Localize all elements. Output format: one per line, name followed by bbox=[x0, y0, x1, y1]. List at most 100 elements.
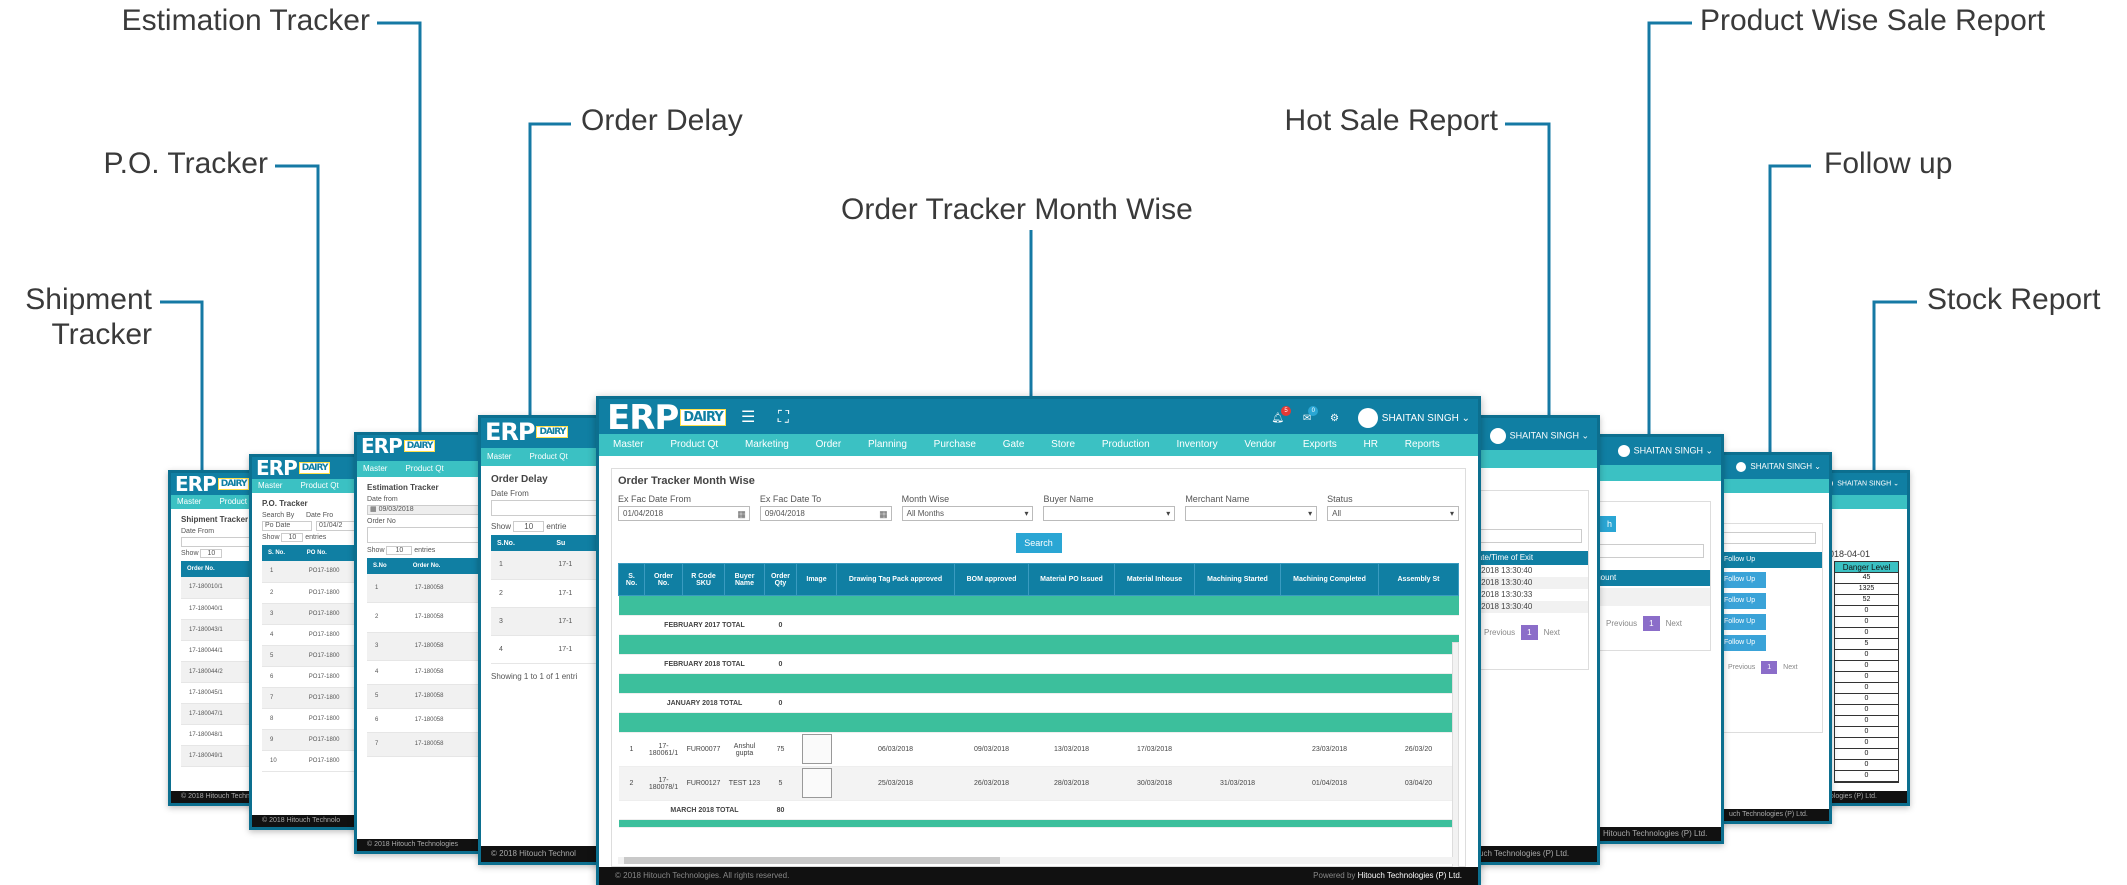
ex-fac-date-from-input[interactable]: 01/04/2018 ▦ bbox=[618, 506, 750, 521]
menu-item[interactable]: Product Qt bbox=[529, 452, 567, 461]
prev-button[interactable]: Previous bbox=[1484, 628, 1515, 637]
page-1[interactable]: 1 bbox=[1521, 625, 1538, 640]
show-select[interactable]: 10 bbox=[200, 549, 223, 558]
page-1[interactable]: 1 bbox=[1643, 616, 1660, 631]
next-button[interactable]: Next bbox=[1544, 628, 1560, 637]
follow-up-button[interactable]: Follow Up bbox=[1720, 572, 1766, 588]
menu-item[interactable]: Master bbox=[363, 464, 387, 473]
menu-item-reports[interactable]: Reports bbox=[1405, 439, 1440, 450]
col-material-inhouse[interactable]: Material Inhouse bbox=[1114, 563, 1195, 596]
vertical-scrollbar[interactable] bbox=[1452, 642, 1459, 885]
month-wise-select[interactable]: All Months ▾ bbox=[901, 506, 1034, 521]
follow-up-button[interactable]: Follow Up bbox=[1720, 614, 1766, 630]
scrollbar-thumb[interactable] bbox=[624, 857, 1000, 864]
buyer-name-select[interactable]: ▾ bbox=[1043, 506, 1176, 521]
menu-item-purchase[interactable]: Purchase bbox=[934, 439, 976, 450]
horizontal-scrollbar[interactable] bbox=[618, 857, 1453, 864]
line-product-wise bbox=[1647, 21, 1692, 434]
menu-item[interactable]: Master bbox=[487, 452, 511, 461]
table-row[interactable]: 1 17-180061/1 FUR00077 Anshul gupta 75 0… bbox=[618, 732, 1459, 767]
menu-item-planning[interactable]: Planning bbox=[868, 439, 907, 450]
menu-item-inventory[interactable]: Inventory bbox=[1176, 439, 1217, 450]
col-machining-completed[interactable]: Machining Completed bbox=[1280, 563, 1379, 596]
menu-item-vendor[interactable]: Vendor bbox=[1244, 439, 1276, 450]
product-image[interactable] bbox=[801, 733, 832, 764]
mail-icon[interactable]: ✉ 0 bbox=[1303, 405, 1319, 424]
col-amount[interactable]: mount bbox=[1594, 570, 1710, 586]
order-no-input[interactable] bbox=[367, 527, 481, 543]
date-from-input[interactable] bbox=[491, 500, 605, 516]
menu-item-marketing[interactable]: Marketing bbox=[745, 439, 789, 450]
date-from-input[interactable]: ▦ 09/03/2018 bbox=[367, 505, 481, 515]
col-follow-up[interactable]: Follow Up bbox=[1720, 552, 1822, 568]
col-order-no[interactable]: Order No. bbox=[406, 558, 481, 574]
search-input[interactable] bbox=[1594, 544, 1704, 558]
col-sno[interactable]: S.No. bbox=[491, 535, 551, 551]
search-input[interactable] bbox=[1470, 529, 1582, 543]
merchant-name-select[interactable]: ▾ bbox=[1185, 506, 1318, 521]
next-button[interactable]: Next bbox=[1666, 619, 1682, 628]
menu-item-hr[interactable]: HR bbox=[1364, 439, 1378, 450]
menu-item[interactable]: Product Qt bbox=[300, 481, 338, 490]
search-by-select[interactable]: Po Date bbox=[262, 521, 312, 531]
ex-fac-date-to-input[interactable]: 09/04/2018 ▦ bbox=[759, 506, 892, 521]
col-assembly[interactable]: Assembly St bbox=[1378, 563, 1459, 596]
line-follow-up bbox=[1768, 164, 1811, 452]
col-order-qty[interactable]: Order Qty bbox=[764, 563, 797, 596]
menu-item-store[interactable]: Store bbox=[1051, 439, 1075, 450]
prev-button[interactable]: Previous bbox=[1606, 619, 1637, 628]
date-from-input[interactable] bbox=[181, 537, 255, 547]
menu-item-product-qt[interactable]: Product Qt bbox=[670, 439, 718, 450]
col-drawing-approved[interactable]: Drawing Tag Pack approved bbox=[836, 563, 955, 596]
col-order-no[interactable]: Order No. bbox=[181, 561, 255, 577]
show-select[interactable]: 10 bbox=[513, 521, 545, 532]
user-menu[interactable]: SHAITAN SINGH ⌄ bbox=[1357, 408, 1470, 428]
col-sno[interactable]: S.No bbox=[367, 558, 407, 574]
menu-item-order[interactable]: Order bbox=[816, 439, 842, 450]
stock-cell: 0 bbox=[1835, 716, 1898, 727]
user-menu[interactable]: SHAITAN SINGH ⌄ bbox=[1736, 462, 1821, 472]
next-button[interactable]: Next bbox=[1783, 664, 1797, 671]
menu-item-gate[interactable]: Gate bbox=[1003, 439, 1025, 450]
page-1[interactable]: 1 bbox=[1761, 661, 1778, 674]
callout-follow-up: Follow up bbox=[1824, 147, 1953, 180]
gear-icon[interactable]: ⚙ bbox=[1330, 413, 1339, 424]
col-sno[interactable]: S. No. bbox=[262, 545, 301, 561]
col-order-no[interactable]: Order No. bbox=[644, 563, 683, 596]
user-menu[interactable]: SHAITAN SINGH ⌄ bbox=[1824, 479, 1899, 488]
menu-item[interactable]: Master bbox=[177, 497, 201, 506]
col-exit-time[interactable]: Date/Time of Exit bbox=[1470, 551, 1588, 565]
chevron-down-icon: ▾ bbox=[1449, 509, 1454, 518]
company-link[interactable]: Hitouch Technologies (P) Ltd. bbox=[1358, 871, 1462, 880]
col-image[interactable]: Image bbox=[796, 563, 837, 596]
col-bom-approved[interactable]: BOM approved bbox=[954, 563, 1029, 596]
product-image[interactable] bbox=[801, 767, 832, 798]
month-band bbox=[618, 673, 1459, 694]
fullscreen-icon[interactable]: ⛶ bbox=[778, 409, 789, 426]
menu-item-master[interactable]: Master bbox=[613, 439, 644, 450]
follow-up-button[interactable]: Follow Up bbox=[1720, 635, 1766, 651]
menu-icon[interactable]: ☰ bbox=[741, 409, 755, 426]
col-buyer-name[interactable]: Buyer Name bbox=[724, 563, 765, 596]
prev-button[interactable]: Previous bbox=[1728, 664, 1755, 671]
user-menu[interactable]: SHAITAN SINGH ⌄ bbox=[1617, 445, 1713, 457]
col-material-po[interactable]: Material PO Issued bbox=[1028, 563, 1115, 596]
table-row: 2 17-180058 bbox=[367, 602, 481, 633]
status-select[interactable]: All ▾ bbox=[1327, 506, 1459, 521]
search-input[interactable] bbox=[1720, 532, 1816, 544]
menu-item[interactable]: Master bbox=[258, 481, 282, 490]
col-machining-started[interactable]: Machining Started bbox=[1194, 563, 1281, 596]
col-sno[interactable]: S. No. bbox=[618, 563, 645, 596]
show-select[interactable]: 10 bbox=[281, 533, 304, 542]
show-select[interactable]: 10 bbox=[386, 546, 413, 555]
user-menu[interactable]: SHAITAN SINGH ⌄ bbox=[1489, 428, 1589, 444]
col-rcode-sku[interactable]: R Code SKU bbox=[682, 563, 725, 596]
bell-icon[interactable]: 🔔︎ 5 bbox=[1271, 405, 1292, 424]
table-row[interactable]: 2 17-180078/1 FUR00127 TEST 123 5 25/03/… bbox=[618, 766, 1459, 801]
search-button[interactable]: Search bbox=[1015, 533, 1062, 553]
table-row: 5 PO17-1800 bbox=[262, 645, 366, 667]
follow-up-button[interactable]: Follow Up bbox=[1720, 593, 1766, 609]
menu-item[interactable]: Product Qt bbox=[405, 464, 443, 473]
menu-item-production[interactable]: Production bbox=[1102, 439, 1150, 450]
menu-item-exports[interactable]: Exports bbox=[1303, 439, 1337, 450]
